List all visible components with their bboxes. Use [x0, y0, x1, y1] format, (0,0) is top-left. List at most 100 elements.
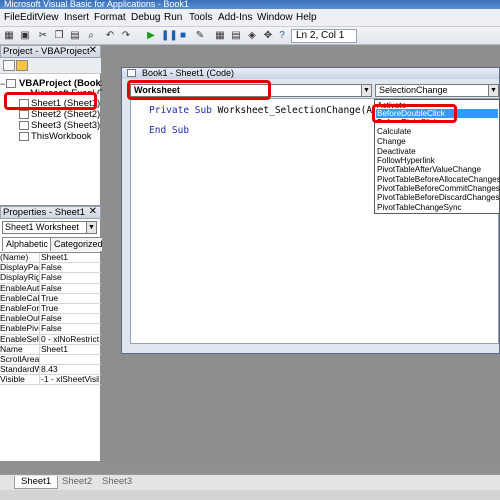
help-icon[interactable]: ?: [276, 30, 288, 42]
copy-icon[interactable]: ❐: [53, 30, 65, 42]
object-select[interactable]: Sheet1 Worksheet ▼: [2, 221, 97, 234]
dropdown-item[interactable]: PivotTableBeforeCommitChanges: [377, 184, 500, 193]
property-row[interactable]: Visible-1 - xlSheetVisible: [0, 375, 101, 386]
code-window-title: Book1 - Sheet1 (Code): [142, 68, 235, 78]
property-name: (Name): [0, 253, 40, 263]
sheet-tab-sheet2[interactable]: Sheet2: [56, 476, 98, 489]
tree-item-sheet3[interactable]: Sheet3 (Sheet3): [31, 120, 100, 131]
dropdown-item[interactable]: FollowHyperlink: [377, 156, 435, 165]
menu-file[interactable]: File: [4, 12, 20, 24]
property-row[interactable]: EnableSelection0 - xlNoRestrictions: [0, 334, 101, 345]
property-value[interactable]: True: [41, 294, 99, 303]
code-keyword: End Sub: [149, 125, 190, 136]
redo-icon[interactable]: ↷: [120, 30, 132, 42]
sheet-tab-bar: Sheet1 Sheet2 Sheet3: [0, 474, 500, 490]
menu-run[interactable]: Run: [164, 12, 182, 24]
menu-add-ins[interactable]: Add-Ins: [218, 12, 252, 24]
window-title: Microsoft Visual Basic for Applications …: [0, 0, 500, 9]
cut-icon[interactable]: ✂: [37, 30, 49, 42]
property-row[interactable]: EnablePivotTableFalse: [0, 324, 101, 335]
property-row[interactable]: (Name) Sheet1: [0, 253, 101, 264]
property-name: EnableOutlining: [0, 314, 40, 324]
property-row[interactable]: EnableCalculationTrue: [0, 293, 101, 304]
code-window-titlebar: Book1 - Sheet1 (Code): [122, 68, 499, 79]
dropdown-item[interactable]: Change: [377, 137, 406, 146]
menu-bar: File Edit View Insert Format Debug Run T…: [0, 9, 500, 27]
toolbox-icon[interactable]: ✥: [262, 30, 274, 42]
property-value[interactable]: Sheet1: [41, 253, 99, 262]
dropdown-item[interactable]: Deactivate: [377, 147, 416, 156]
property-value[interactable]: Sheet1: [41, 345, 99, 354]
menu-edit[interactable]: Edit: [20, 12, 37, 24]
dropdown-item[interactable]: PivotTableAfterValueChange: [377, 165, 481, 174]
properties-window-icon[interactable]: ▤: [230, 30, 242, 42]
menu-insert[interactable]: Insert: [64, 12, 89, 24]
property-name: EnablePivotTable: [0, 324, 40, 334]
highlight-object-combo: [127, 80, 271, 100]
property-value[interactable]: False: [41, 314, 99, 323]
close-icon[interactable]: ✕: [89, 206, 97, 218]
close-icon[interactable]: ✕: [89, 45, 97, 57]
tab-categorized[interactable]: Categorized: [50, 237, 107, 251]
code-line: End Sub: [149, 125, 189, 136]
status-bar: [0, 490, 500, 500]
chevron-down-icon[interactable]: ▼: [86, 222, 96, 233]
menu-view[interactable]: View: [37, 12, 59, 24]
chevron-down-icon[interactable]: ▼: [488, 85, 498, 96]
sheet-tab-sheet3[interactable]: Sheet3: [96, 476, 138, 489]
property-value[interactable]: False: [41, 273, 99, 282]
menu-format[interactable]: Format: [94, 12, 126, 24]
cursor-position: Ln 2, Col 1: [291, 29, 357, 43]
property-row[interactable]: DisplayRightToLeftFalse: [0, 273, 101, 284]
paste-icon[interactable]: ▤: [69, 30, 81, 42]
toggle-folders-icon[interactable]: [16, 60, 28, 71]
property-value[interactable]: -1 - xlSheetVisible: [41, 375, 99, 384]
property-row[interactable]: StandardWidth8.43: [0, 365, 101, 376]
property-row[interactable]: EnableFormatConditionsCalculationTrue: [0, 303, 101, 315]
tree-item-sheet2[interactable]: Sheet2 (Sheet2): [31, 109, 100, 120]
property-row[interactable]: Name Sheet1: [0, 344, 101, 355]
property-row[interactable]: DisplayPageBreaksFalse: [0, 263, 101, 274]
view-code-icon[interactable]: [3, 60, 15, 71]
dropdown-item[interactable]: PivotTableBeforeDiscardChanges: [377, 193, 499, 202]
property-value[interactable]: False: [41, 284, 99, 293]
property-value[interactable]: 8.43: [41, 365, 99, 374]
project-explorer: Project - VBAProject ✕ − VBAProject (Boo…: [0, 45, 129, 205]
dropdown-item[interactable]: Calculate: [377, 127, 411, 136]
find-icon[interactable]: ⌕: [85, 30, 97, 42]
property-name: EnableAutoFilter: [0, 283, 40, 293]
break-icon[interactable]: ❚❚: [161, 30, 178, 42]
chevron-down-icon[interactable]: ▼: [361, 85, 371, 96]
property-value[interactable]: False: [41, 263, 99, 272]
sheet-tab-sheet1[interactable]: Sheet1: [14, 476, 59, 489]
insert-module-icon[interactable]: ▦: [3, 30, 15, 42]
sheet-icon: [19, 121, 29, 130]
property-row[interactable]: EnableOutliningFalse: [0, 314, 101, 325]
highlight-sheet1: [4, 92, 97, 110]
design-mode-icon[interactable]: ✎: [194, 30, 206, 42]
save-icon[interactable]: ▣: [19, 30, 31, 42]
menu-debug[interactable]: Debug: [131, 12, 160, 24]
undo-icon[interactable]: ↶: [104, 30, 116, 42]
reset-icon[interactable]: ■: [177, 30, 189, 42]
object-browser-icon[interactable]: ◈: [246, 30, 258, 42]
menu-help[interactable]: Help: [296, 12, 317, 24]
property-value[interactable]: False: [41, 324, 99, 333]
run-icon[interactable]: ▶: [145, 30, 157, 42]
project-explorer-icon[interactable]: ▦: [214, 30, 226, 42]
menu-tools[interactable]: Tools: [189, 12, 212, 24]
tree-item-thisworkbook[interactable]: ThisWorkbook: [31, 131, 92, 142]
menu-window[interactable]: Window: [257, 12, 293, 24]
property-value[interactable]: [41, 355, 99, 364]
project-toolbar: [0, 58, 101, 74]
dropdown-item[interactable]: PivotTableBeforeAllocateChanges: [377, 175, 500, 184]
dropdown-item[interactable]: PivotTableChangeSync: [377, 203, 462, 212]
property-row[interactable]: ScrollArea: [0, 354, 101, 366]
collapse-icon[interactable]: −: [0, 79, 5, 89]
property-value[interactable]: 0 - xlNoRestrictions: [41, 335, 99, 344]
tab-alphabetic[interactable]: Alphabetic: [2, 237, 53, 251]
procedure-combo[interactable]: SelectionChange ▼: [375, 84, 499, 97]
property-row[interactable]: EnableAutoFilterFalse: [0, 283, 101, 294]
property-name: ScrollArea: [0, 354, 40, 365]
property-value[interactable]: True: [41, 304, 99, 313]
